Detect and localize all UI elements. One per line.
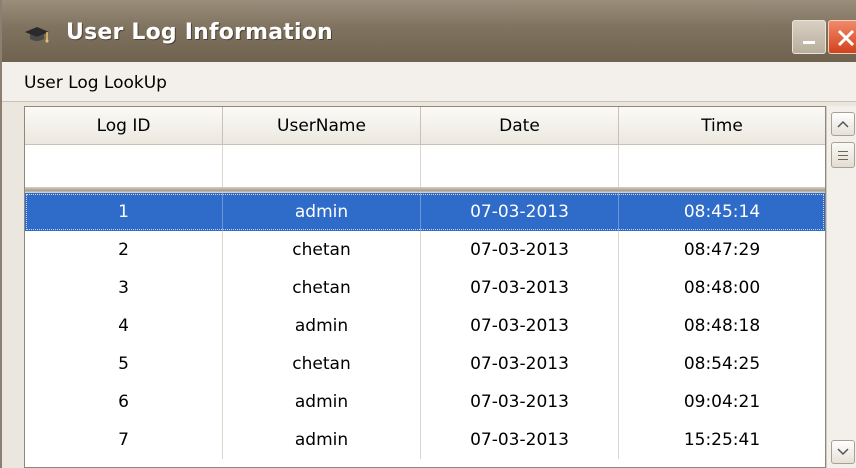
cell-log-id[interactable]: 5 [25, 345, 223, 383]
user-log-window: User Log Information User Log LookUp Log… [0, 0, 856, 468]
grip-line [838, 151, 848, 152]
table-row[interactable]: 7 admin 07-03-2013 15:25:41 [25, 421, 825, 459]
chevron-up-icon [837, 120, 849, 128]
grip-line [838, 159, 848, 160]
cell-log-id[interactable]: 6 [25, 383, 223, 421]
scroll-down-button[interactable] [831, 440, 855, 464]
cell-username[interactable]: admin [223, 193, 421, 231]
cell-username[interactable]: chetan [223, 231, 421, 269]
scroll-thumb[interactable] [831, 142, 855, 168]
column-header-username[interactable]: UserName [223, 107, 421, 145]
cell-log-id[interactable]: 3 [25, 269, 223, 307]
table-row[interactable]: 2 chetan 07-03-2013 08:47:29 [25, 231, 825, 269]
cell-time[interactable]: 08:45:14 [619, 193, 825, 231]
cell-log-id[interactable]: 4 [25, 307, 223, 345]
minimize-button[interactable] [792, 20, 826, 54]
cell-time[interactable]: 08:47:29 [619, 231, 825, 269]
filter-cell-username[interactable] [223, 145, 421, 187]
title-bar[interactable]: User Log Information [2, 0, 856, 62]
cell-date[interactable]: 07-03-2013 [421, 231, 619, 269]
table-row[interactable]: 1 admin 07-03-2013 08:45:14 [25, 193, 825, 231]
cell-date[interactable]: 07-03-2013 [421, 269, 619, 307]
cell-time[interactable]: 09:04:21 [619, 383, 825, 421]
close-button[interactable] [828, 20, 856, 54]
cell-time[interactable]: 08:48:00 [619, 269, 825, 307]
filter-cell-date[interactable] [421, 145, 619, 187]
cell-date[interactable]: 07-03-2013 [421, 307, 619, 345]
cell-time[interactable]: 08:54:25 [619, 345, 825, 383]
user-log-grid[interactable]: Log ID UserName Date Time 1 admin 07-03-… [24, 106, 826, 468]
cell-username[interactable]: chetan [223, 269, 421, 307]
scroll-up-button[interactable] [831, 112, 855, 136]
close-icon [837, 29, 855, 47]
table-row[interactable]: 6 admin 07-03-2013 09:04:21 [25, 383, 825, 421]
cell-date[interactable]: 07-03-2013 [421, 345, 619, 383]
cell-time[interactable]: 15:25:41 [619, 421, 825, 459]
cell-date[interactable]: 07-03-2013 [421, 193, 619, 231]
cell-log-id[interactable]: 1 [25, 193, 223, 231]
cell-username[interactable]: admin [223, 307, 421, 345]
graduation-cap-icon [24, 26, 50, 46]
cell-username[interactable]: chetan [223, 345, 421, 383]
filter-cell-log-id[interactable] [25, 145, 223, 187]
cell-log-id[interactable]: 7 [25, 421, 223, 459]
cell-time[interactable]: 08:48:18 [619, 307, 825, 345]
cell-date[interactable]: 07-03-2013 [421, 383, 619, 421]
chevron-down-icon [837, 448, 849, 456]
vertical-scrollbar[interactable] [826, 106, 856, 468]
lookup-header: User Log LookUp [2, 62, 856, 102]
window-title: User Log Information [66, 20, 333, 45]
minimize-icon [803, 41, 815, 44]
table-row[interactable]: 5 chetan 07-03-2013 08:54:25 [25, 345, 825, 383]
column-header-date[interactable]: Date [421, 107, 619, 145]
cell-log-id[interactable]: 2 [25, 231, 223, 269]
cell-username[interactable]: admin [223, 421, 421, 459]
lookup-label: User Log LookUp [24, 73, 167, 93]
table-row[interactable]: 3 chetan 07-03-2013 08:48:00 [25, 269, 825, 307]
cell-date[interactable]: 07-03-2013 [421, 421, 619, 459]
table-row[interactable]: 4 admin 07-03-2013 08:48:18 [25, 307, 825, 345]
grip-line [838, 155, 848, 156]
filter-cell-time[interactable] [619, 145, 825, 187]
column-header-log-id[interactable]: Log ID [25, 107, 223, 145]
column-header-time[interactable]: Time [619, 107, 825, 145]
cell-username[interactable]: admin [223, 383, 421, 421]
